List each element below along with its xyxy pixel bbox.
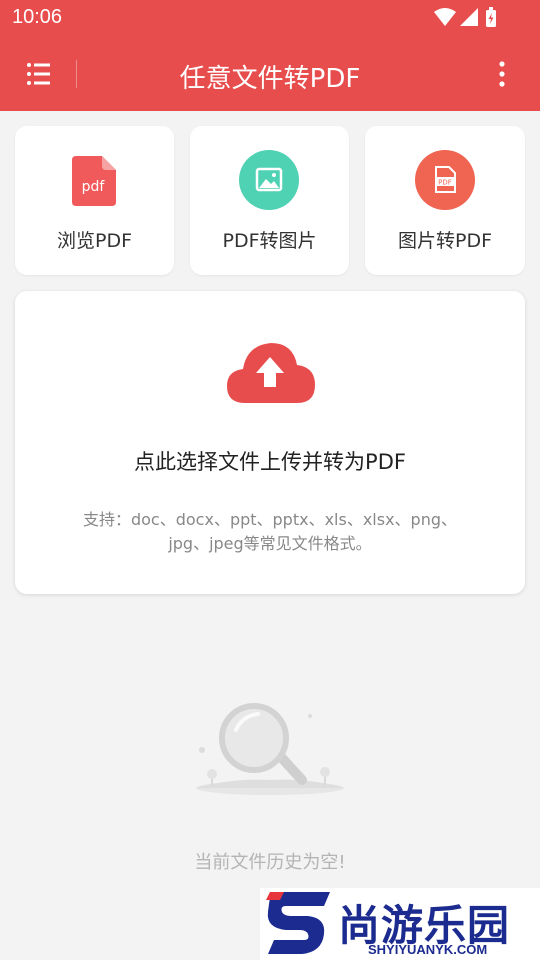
watermark-url: SHYIYUANYK.COM [368, 942, 488, 957]
svg-text:PDF: PDF [438, 179, 452, 187]
more-vertical-icon [499, 61, 505, 87]
supported-formats-line: jpg、jpeg等常见文件格式。 [168, 534, 372, 553]
status-icons [434, 7, 504, 33]
image-to-pdf-icon: PDF [415, 150, 475, 214]
page-title: 任意文件转PDF [179, 64, 361, 94]
status-bar: 10:06 [0, 0, 540, 36]
cloud-upload-icon [225, 341, 315, 409]
signal-icon [460, 8, 478, 26]
more-options-button[interactable] [492, 60, 512, 88]
upload-card[interactable]: 点此选择文件上传并转为PDF 支持：doc、docx、ppt、pptx、xls、… [15, 291, 525, 594]
upload-title: 点此选择文件上传并转为PDF [134, 450, 406, 474]
magnifier-empty-icon [192, 700, 348, 804]
supported-formats-text: 支持：doc、docx、ppt、pptx、xls、xlsx、png、 jpg、j… [75, 508, 465, 556]
empty-history-text: 当前文件历史为空! [194, 852, 346, 873]
tile-label: 图片转PDF [397, 230, 493, 252]
svg-text:pdf: pdf [82, 179, 106, 195]
pdf-to-image-tile[interactable]: PDF转图片 [190, 126, 349, 275]
watermark-logo-icon [266, 892, 330, 954]
status-time: 10:06 [12, 6, 63, 28]
watermark: 尚游乐园 SHYIYUANYK.COM [260, 888, 540, 960]
image-to-pdf-tile[interactable]: PDF 图片转PDF [365, 126, 525, 275]
app-bar: 任意文件转PDF [0, 36, 540, 111]
wifi-icon [434, 8, 456, 26]
supported-formats-line: 支持：doc、docx、ppt、pptx、xls、xlsx、png、 [82, 510, 458, 529]
image-icon [239, 150, 299, 214]
pdf-file-icon: pdf [72, 156, 116, 210]
battery-icon [486, 7, 496, 27]
browse-pdf-tile[interactable]: pdf 浏览PDF [15, 126, 174, 275]
tile-label: PDF转图片 [222, 230, 317, 252]
tile-label: 浏览PDF [56, 230, 133, 252]
